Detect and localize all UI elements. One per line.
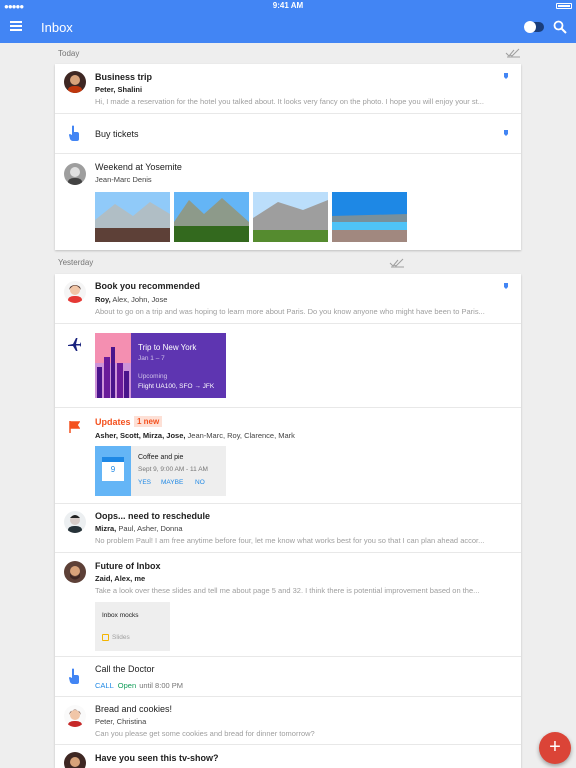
page-title: Inbox — [41, 20, 73, 35]
email-subject: Have you seen this tv-show? — [95, 753, 219, 763]
email-senders: Jean-Marc Denis — [95, 175, 152, 184]
flag-icon — [69, 421, 80, 433]
airplane-icon — [68, 338, 81, 351]
reminder-actions: CALL Open until 8:00 PM — [95, 681, 183, 690]
rsvp-maybe-button[interactable]: MAYBE — [161, 479, 183, 486]
list-item-trip[interactable]: Trip to New York Jan 1 – 7 Upcoming Flig… — [55, 324, 521, 408]
reminder-title: Call the Doctor — [95, 664, 155, 674]
plus-icon: + — [549, 736, 561, 758]
trip-flight: Flight UA100, SFO → JFK — [138, 383, 215, 390]
pin-icon[interactable] — [503, 130, 509, 138]
email-snippet: Take a look over these slides and tell m… — [95, 586, 480, 595]
compose-fab-button[interactable]: + — [539, 732, 571, 764]
avatar — [64, 752, 86, 768]
event-name: Coffee and pie — [138, 454, 184, 461]
avatar — [64, 281, 86, 303]
bundle-title: Updates — [95, 417, 131, 427]
section-yesterday-label: Yesterday — [58, 258, 94, 267]
today-card: Business trip Peter, Shalini Hi, I made … — [55, 64, 521, 250]
email-subject: Business trip — [95, 72, 153, 82]
trip-status: Upcoming — [138, 373, 168, 380]
section-today-label: Today — [58, 49, 80, 58]
avatar — [64, 705, 86, 727]
slides-icon — [102, 634, 109, 641]
avatar — [64, 71, 86, 93]
email-snippet: About to go on a trip and was hoping to … — [95, 307, 485, 316]
email-snippet: Hi, I made a reservation for the hotel y… — [95, 97, 484, 106]
email-senders: Mizra, Paul, Asher, Donna — [95, 524, 183, 533]
open-status: Open — [117, 681, 137, 690]
email-senders: Peter, Christina — [95, 717, 147, 726]
list-item-updates[interactable]: Updates 1 new Asher, Scott, Mirza, Jose,… — [55, 408, 521, 504]
list-item-yosemite[interactable]: Weekend at Yosemite Jean-Marc Denis — [55, 154, 521, 250]
battery-icon — [556, 3, 572, 9]
email-senders: Roy, Alex, John, Jose — [95, 295, 168, 304]
trip-dates: Jan 1 – 7 — [138, 355, 165, 362]
city-skyline-photo — [95, 333, 131, 398]
hamburger-menu-icon[interactable] — [10, 21, 22, 33]
trip-bundle-card[interactable]: Trip to New York Jan 1 – 7 Upcoming Flig… — [95, 333, 226, 398]
photo-thumbnail[interactable] — [332, 192, 407, 242]
calendar-icon: 9 — [95, 446, 131, 496]
list-item-buy-tickets[interactable]: Buy tickets — [55, 114, 521, 154]
photo-thumbnail[interactable] — [174, 192, 249, 242]
search-icon[interactable] — [553, 20, 567, 34]
avatar — [64, 511, 86, 533]
avatar — [64, 163, 86, 185]
yesterday-card: Book you recommended Roy, Alex, John, Jo… — [55, 274, 521, 768]
sweep-done-icon[interactable] — [389, 258, 405, 268]
calendar-day: 9 — [110, 465, 116, 474]
open-until: until 8:00 PM — [139, 681, 183, 690]
reminder-hand-icon — [69, 125, 79, 141]
event-time: Sept 9, 9:00 AM - 11 AM — [138, 466, 208, 473]
list-item-business-trip[interactable]: Business trip Peter, Shalini Hi, I made … — [55, 64, 521, 114]
email-subject: Weekend at Yosemite — [95, 162, 182, 172]
event-invite-card[interactable]: 9 Coffee and pie Sept 9, 9:00 AM - 11 AM… — [95, 446, 226, 496]
status-time: 9:41 AM — [272, 1, 304, 10]
list-item-book[interactable]: Book you recommended Roy, Alex, John, Jo… — [55, 274, 521, 324]
email-subject: Oops... need to reschedule — [95, 511, 211, 521]
status-bar: ●●●●● 9:41 AM — [0, 0, 576, 12]
email-subject: Book you recommended — [95, 281, 201, 291]
list-item-reschedule[interactable]: Oops... need to reschedule Mizra, Paul, … — [55, 504, 521, 553]
photo-thumbnail[interactable] — [253, 192, 328, 242]
list-item-call-doctor[interactable]: Call the Doctor CALL Open until 8:00 PM — [55, 657, 521, 697]
call-button[interactable]: CALL — [95, 681, 114, 690]
app-bar: Inbox — [0, 12, 576, 43]
email-senders: Zaid, Alex, me — [95, 574, 146, 583]
email-snippet: No problem Paul! I am free anytime befor… — [95, 536, 485, 545]
email-snippet: Can you please get some cookies and brea… — [95, 729, 315, 738]
avatar — [64, 561, 86, 583]
attachment-name: Inbox mocks — [102, 612, 139, 619]
rsvp-yes-button[interactable]: YES — [138, 479, 151, 486]
reminder-hand-icon — [69, 668, 79, 684]
slides-attachment[interactable]: Inbox mocks Slides — [95, 602, 170, 651]
attachment-type: Slides — [112, 634, 130, 641]
sweep-done-icon[interactable] — [505, 48, 521, 58]
list-item-future-of-inbox[interactable]: Future of Inbox Zaid, Alex, me Take a lo… — [55, 553, 521, 657]
pin-icon[interactable] — [503, 283, 509, 291]
email-subject: Future of Inbox — [95, 561, 161, 571]
reminder-title: Buy tickets — [95, 129, 139, 139]
photo-thumbnail[interactable] — [95, 192, 170, 242]
pin-icon[interactable] — [503, 73, 509, 81]
list-item-bread-cookies[interactable]: Bread and cookies! Peter, Christina Can … — [55, 697, 521, 745]
email-senders: Peter, Shalini — [95, 85, 143, 94]
email-senders: Asher, Scott, Mirza, Jose, Jean-Marc, Ro… — [95, 431, 295, 440]
rsvp-no-button[interactable]: NO — [195, 479, 205, 486]
pin-filter-toggle[interactable] — [524, 21, 544, 33]
trip-title: Trip to New York — [138, 343, 197, 352]
list-item-tv-show[interactable]: Have you seen this tv-show? — [55, 745, 521, 768]
email-subject: Bread and cookies! — [95, 704, 173, 714]
new-count-badge: 1 new — [134, 416, 163, 427]
